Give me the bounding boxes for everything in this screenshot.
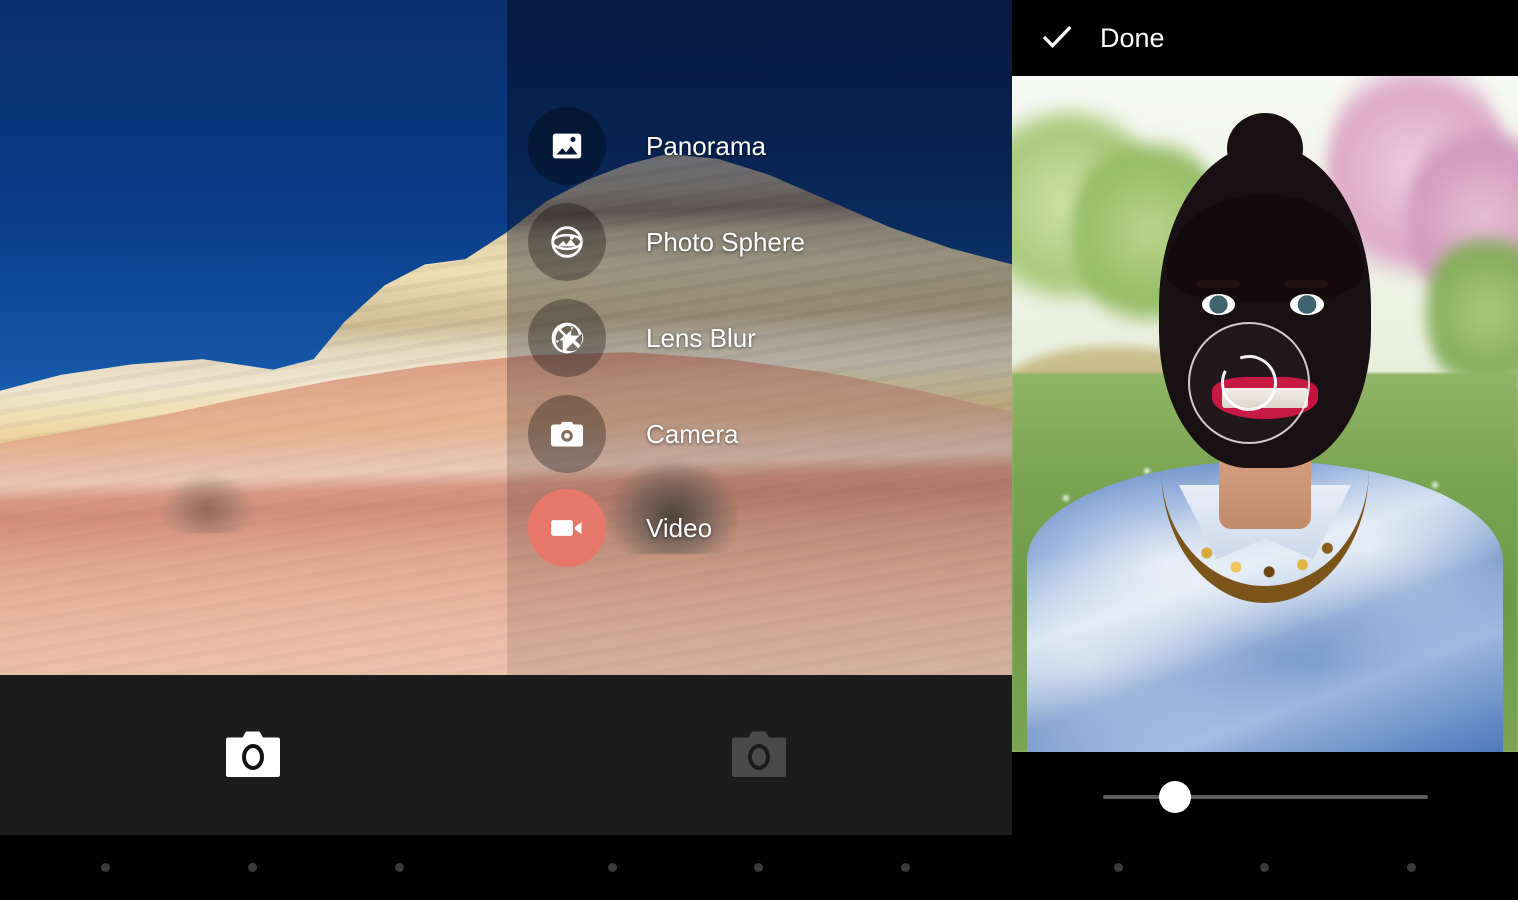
video-icon xyxy=(528,489,606,567)
blur-slider-area xyxy=(1012,752,1518,840)
eyebrow xyxy=(1196,280,1240,288)
mode-item-lens-blur[interactable]: Lens Blur xyxy=(528,299,998,377)
hair-bun xyxy=(1227,113,1303,185)
mode-selection-menu: Panorama Photo Sphere Lens Blur Camera V… xyxy=(507,0,1012,675)
camera-icon xyxy=(528,395,606,473)
mode-item-label: Video xyxy=(646,512,713,543)
mode-item-camera[interactable]: Camera xyxy=(528,395,998,473)
screen-root: Panorama Photo Sphere Lens Blur Camera V… xyxy=(0,0,1518,900)
editor-toolbar: Done xyxy=(1012,0,1518,76)
lens-blur-icon xyxy=(528,299,606,377)
mode-item-video[interactable]: Video xyxy=(528,489,998,567)
camera-shutter-icon xyxy=(730,727,788,784)
dot-indicator xyxy=(754,863,763,872)
dot-indicator xyxy=(101,863,110,872)
mode-item-panorama[interactable]: Panorama xyxy=(528,107,998,185)
dot-indicator xyxy=(1114,863,1123,872)
dot-indicator xyxy=(901,863,910,872)
blur-slider-thumb[interactable] xyxy=(1158,781,1191,813)
done-label: Done xyxy=(1100,22,1165,53)
shutter-bar xyxy=(0,675,1012,835)
dot-indicator xyxy=(1407,863,1416,872)
lens-blur-editor-panel: Done xyxy=(1012,0,1518,900)
check-icon xyxy=(1037,16,1077,61)
eyebrow xyxy=(1285,280,1329,288)
desert-bush xyxy=(161,472,253,534)
dot-indicator xyxy=(608,863,617,872)
shutter-button-primary[interactable] xyxy=(224,729,282,781)
blur-slider-track[interactable] xyxy=(1103,795,1428,799)
camera-shutter-icon xyxy=(224,727,282,784)
done-button[interactable] xyxy=(1034,15,1080,61)
shutter-button-secondary[interactable] xyxy=(730,729,788,781)
viewfinder-scene-image xyxy=(0,0,507,675)
dot-indicator xyxy=(248,863,257,872)
eye xyxy=(1290,294,1324,316)
photo-sphere-icon xyxy=(528,203,606,281)
bottom-dot-row xyxy=(0,835,1518,900)
mode-item-label: Camera xyxy=(646,418,739,449)
camera-viewfinder-left[interactable] xyxy=(0,0,507,675)
photo-preview[interactable] xyxy=(1012,76,1518,752)
mode-item-label: Lens Blur xyxy=(646,322,756,353)
mode-item-label: Panorama xyxy=(646,130,766,161)
camera-viewfinder-middle[interactable]: Panorama Photo Sphere Lens Blur Camera V… xyxy=(507,0,1012,675)
mode-item-photo-sphere[interactable]: Photo Sphere xyxy=(528,203,998,281)
dot-indicator xyxy=(1260,863,1269,872)
panorama-icon xyxy=(528,107,606,185)
dot-indicator xyxy=(395,863,404,872)
mode-item-label: Photo Sphere xyxy=(646,226,806,257)
